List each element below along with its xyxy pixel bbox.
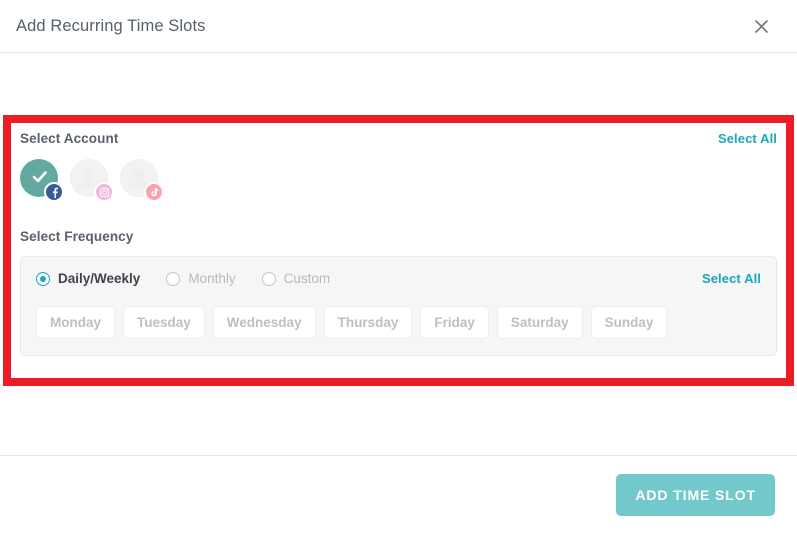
select-frequency-label: Select Frequency: [20, 229, 134, 244]
add-recurring-time-slots-modal: Add Recurring Time Slots Select Account …: [0, 0, 797, 534]
day-chip-wednesday[interactable]: Wednesday: [212, 306, 316, 339]
modal-header: Add Recurring Time Slots: [0, 0, 797, 53]
radio-mark-custom: [261, 271, 276, 286]
radio-daily-weekly[interactable]: Daily/Weekly: [36, 271, 140, 286]
frequency-radio-group: Daily/Weekly Monthly Custom: [36, 271, 330, 286]
radio-label-daily-weekly: Daily/Weekly: [58, 271, 141, 286]
select-all-accounts-link[interactable]: Select All: [718, 131, 777, 146]
facebook-icon: [44, 182, 64, 202]
day-chip-thursday[interactable]: Thursday: [323, 306, 413, 339]
day-chip-sunday[interactable]: Sunday: [590, 306, 668, 339]
frequency-panel: Daily/Weekly Monthly Custom Select All M…: [20, 256, 777, 356]
modal-body: Select Account Select All Select Frequen…: [0, 53, 797, 455]
account-item-facebook[interactable]: [20, 159, 64, 202]
account-item-tiktok[interactable]: [120, 159, 164, 202]
page-title: Add Recurring Time Slots: [16, 16, 206, 35]
day-chip-monday[interactable]: Monday: [36, 306, 116, 339]
day-chip-saturday[interactable]: Saturday: [496, 306, 583, 339]
radio-monthly[interactable]: Monthly: [166, 271, 236, 286]
frequency-options-row: Daily/Weekly Monthly Custom Select All: [36, 271, 761, 286]
day-chip-friday[interactable]: Friday: [420, 306, 489, 339]
radio-label-monthly: Monthly: [188, 271, 236, 286]
radio-mark-monthly: [166, 271, 181, 286]
add-time-slot-button[interactable]: ADD TIME SLOT: [616, 474, 775, 516]
select-all-days-link[interactable]: Select All: [702, 271, 761, 286]
radio-mark-daily-weekly: [36, 271, 50, 286]
select-account-label: Select Account: [20, 131, 119, 146]
select-frequency-header: Select Frequency: [0, 229, 797, 244]
modal-footer: ADD TIME SLOT: [0, 455, 797, 534]
radio-label-custom: Custom: [283, 271, 331, 286]
tiktok-icon: [144, 182, 164, 202]
radio-custom[interactable]: Custom: [261, 271, 331, 286]
select-account-section: Select Account Select All: [0, 131, 797, 202]
instagram-icon: [94, 182, 114, 202]
account-item-instagram[interactable]: [70, 159, 114, 202]
day-chip-list: Monday Tuesday Wednesday Thursday Friday…: [36, 306, 761, 339]
select-account-header: Select Account Select All: [0, 131, 797, 146]
close-icon[interactable]: [748, 13, 774, 39]
account-list: [0, 146, 797, 202]
day-chip-tuesday[interactable]: Tuesday: [123, 306, 205, 339]
select-frequency-section: Select Frequency Daily/Weekly Monthly Cu…: [0, 229, 797, 356]
